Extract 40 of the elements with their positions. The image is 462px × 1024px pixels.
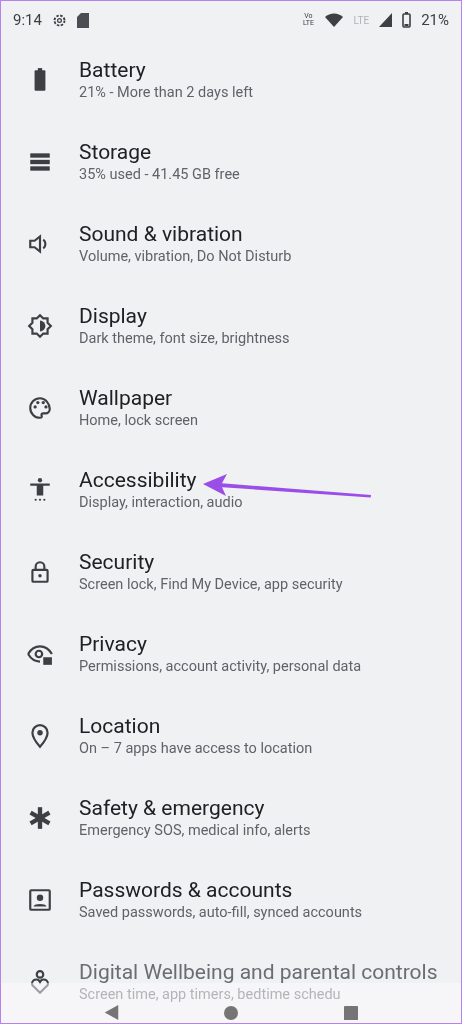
palette-icon bbox=[27, 395, 53, 421]
setting-subtitle: Volume, vibration, Do Not Disturb bbox=[79, 247, 292, 267]
account-icon bbox=[27, 887, 53, 913]
setting-subtitle: 21% - More than 2 days left bbox=[79, 83, 253, 103]
setting-subtitle: Display, interaction, audio bbox=[79, 493, 243, 513]
sd-card-icon bbox=[76, 12, 89, 28]
gear-icon bbox=[51, 12, 67, 28]
battery-icon bbox=[402, 12, 412, 28]
setting-title[interactable]: Sound & vibration bbox=[79, 221, 292, 247]
setting-title[interactable]: Display bbox=[79, 303, 290, 329]
setting-title[interactable]: Storage bbox=[79, 139, 240, 165]
setting-subtitle: Screen time, app timers, bedtime schedu bbox=[79, 985, 342, 1005]
signal-icon bbox=[379, 13, 393, 27]
setting-subtitle: Dark theme, font size, brightness bbox=[79, 329, 290, 349]
setting-subtitle: Home, lock screen bbox=[79, 411, 199, 431]
overview-icon[interactable] bbox=[344, 1006, 359, 1020]
setting-subtitle: Emergency SOS, medical info, alerts bbox=[79, 821, 311, 841]
asterisk-icon bbox=[27, 805, 53, 831]
setting-subtitle: On – 7 apps have access to location bbox=[79, 739, 313, 759]
battery-percent: 21% bbox=[421, 11, 449, 29]
setting-subtitle: Permissions, account activity, personal data bbox=[79, 657, 362, 677]
home-icon[interactable] bbox=[224, 1006, 239, 1020]
setting-title[interactable]: Privacy bbox=[79, 631, 362, 657]
setting-title[interactable]: Security bbox=[79, 549, 343, 575]
setting-subtitle: 35% used - 41.45 GB free bbox=[79, 165, 240, 185]
setting-subtitle: Screen lock, Find My Device, app security bbox=[79, 575, 343, 595]
setting-title[interactable]: Wallpaper bbox=[79, 385, 199, 411]
setting-title[interactable]: Location bbox=[79, 713, 313, 739]
setting-title[interactable]: Passwords & accounts bbox=[79, 877, 363, 903]
setting-subtitle: Saved passwords, auto-fill, synced accounts bbox=[79, 903, 363, 923]
brightness-icon bbox=[27, 313, 53, 339]
lte-label: LTE bbox=[353, 14, 370, 26]
setting-title[interactable]: Digital Wellbeing and parental controls bbox=[79, 959, 438, 985]
setting-title[interactable]: Safety & emergency bbox=[79, 795, 311, 821]
status-time: 9:14 bbox=[13, 11, 42, 29]
wifi-icon bbox=[325, 13, 344, 27]
setting-title[interactable]: Accessibility bbox=[79, 467, 243, 493]
setting-title[interactable]: Battery bbox=[79, 57, 253, 83]
back-icon[interactable] bbox=[103, 1005, 119, 1020]
accessibility-icon bbox=[27, 477, 53, 503]
